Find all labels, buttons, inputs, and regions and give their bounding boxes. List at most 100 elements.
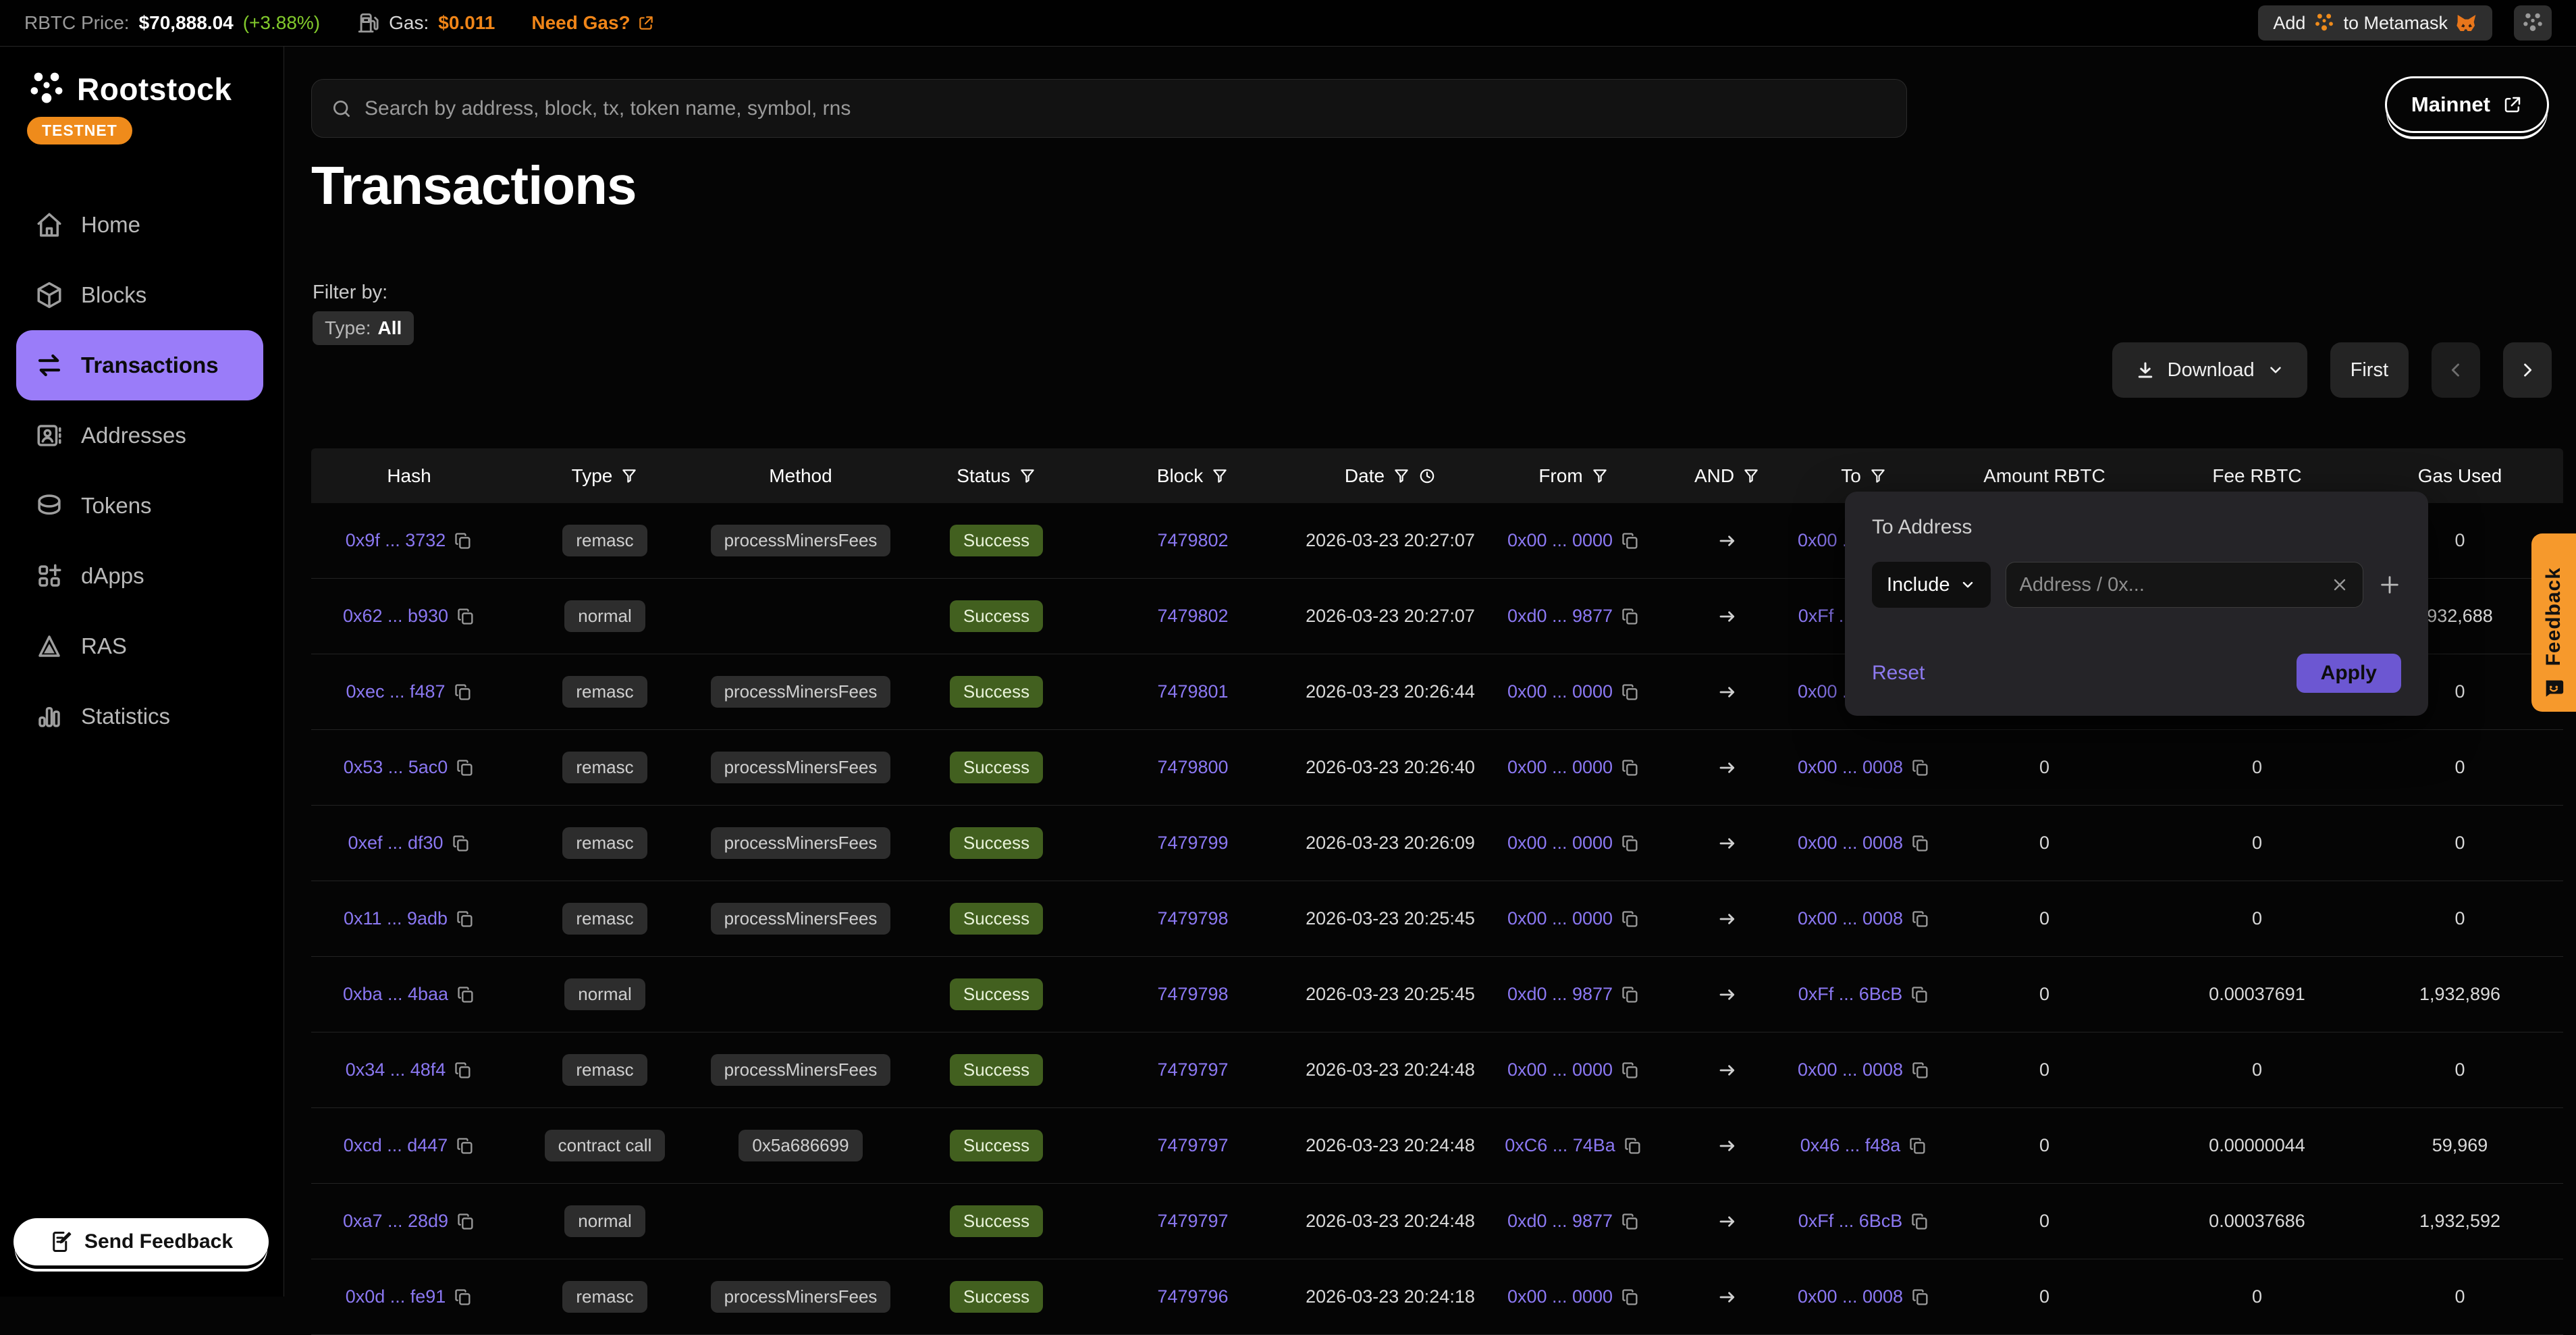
copy-icon[interactable]	[1911, 1061, 1930, 1080]
filter-funnel-icon[interactable]	[620, 467, 638, 485]
to-address-link[interactable]: 0x00 ... 0008	[1798, 908, 1903, 929]
copy-icon[interactable]	[456, 607, 475, 626]
filter-funnel-icon[interactable]	[1591, 467, 1609, 485]
copy-icon[interactable]	[1621, 607, 1640, 626]
column-header-block[interactable]: Block	[1094, 465, 1291, 487]
copy-icon[interactable]	[1621, 1061, 1640, 1080]
to-address-link[interactable]: 0x46 ... f48a	[1800, 1135, 1901, 1156]
sidebar-item-addresses[interactable]: Addresses	[0, 400, 284, 471]
block-link[interactable]: 7479798	[1157, 984, 1228, 1005]
sidebar-item-dapps[interactable]: dApps	[0, 541, 284, 611]
need-gas-link[interactable]: Need Gas?	[531, 12, 654, 34]
feedback-tab[interactable]: Feedback	[2531, 533, 2576, 712]
send-feedback-button[interactable]: Send Feedback	[14, 1218, 269, 1265]
block-link[interactable]: 7479802	[1157, 530, 1228, 551]
hash-link[interactable]: 0x62 ... b930	[343, 606, 448, 627]
rsk-token-button[interactable]	[2514, 5, 2552, 41]
copy-icon[interactable]	[452, 834, 471, 853]
add-to-metamask-button[interactable]: Add to Metamask	[2258, 5, 2492, 41]
column-header-status[interactable]: Status	[898, 465, 1094, 487]
from-address-link[interactable]: 0x00 ... 0000	[1507, 1286, 1613, 1307]
sidebar-item-statistics[interactable]: Statistics	[0, 681, 284, 752]
from-address-link[interactable]: 0x00 ... 0000	[1507, 1059, 1613, 1080]
from-address-link[interactable]: 0x00 ... 0000	[1507, 908, 1613, 929]
reset-filter-button[interactable]: Reset	[1872, 662, 1925, 685]
hash-link[interactable]: 0xcd ... d447	[344, 1135, 448, 1156]
mainnet-switch-button[interactable]: Mainnet	[2385, 76, 2549, 133]
sidebar-item-tokens[interactable]: Tokens	[0, 471, 284, 541]
hash-link[interactable]: 0xba ... 4baa	[343, 984, 448, 1005]
from-address-link[interactable]: 0xd0 ... 9877	[1507, 984, 1613, 1005]
copy-icon[interactable]	[1621, 985, 1640, 1004]
copy-icon[interactable]	[1911, 834, 1930, 853]
copy-icon[interactable]	[1621, 531, 1640, 550]
hash-link[interactable]: 0x0d ... fe91	[346, 1286, 446, 1307]
hash-link[interactable]: 0x34 ... 48f4	[346, 1059, 446, 1080]
filter-funnel-icon[interactable]	[1019, 467, 1036, 485]
copy-icon[interactable]	[454, 683, 473, 702]
filter-funnel-icon[interactable]	[1869, 467, 1887, 485]
from-address-link[interactable]: 0x00 ... 0000	[1507, 681, 1613, 702]
block-link[interactable]: 7479799	[1157, 833, 1228, 854]
column-header-to[interactable]: To	[1796, 465, 1931, 487]
brand-logo[interactable]: Rootstock	[0, 47, 284, 109]
hash-link[interactable]: 0xa7 ... 28d9	[343, 1211, 448, 1232]
include-exclude-select[interactable]: Include	[1872, 562, 1991, 608]
copy-icon[interactable]	[1910, 1212, 1929, 1231]
copy-icon[interactable]	[456, 758, 475, 777]
block-link[interactable]: 7479801	[1157, 681, 1228, 702]
filter-funnel-icon[interactable]	[1393, 467, 1410, 485]
from-address-link[interactable]: 0xd0 ... 9877	[1507, 606, 1613, 627]
from-address-link[interactable]: 0xd0 ... 9877	[1507, 1211, 1613, 1232]
to-address-link[interactable]: 0x00 ... 0008	[1798, 757, 1903, 778]
from-address-link[interactable]: 0x00 ... 0000	[1507, 757, 1613, 778]
from-address-link[interactable]: 0x00 ... 0000	[1507, 530, 1613, 551]
copy-icon[interactable]	[456, 1136, 475, 1155]
hash-link[interactable]: 0x11 ... 9adb	[344, 908, 448, 929]
copy-icon[interactable]	[1621, 1288, 1640, 1307]
block-link[interactable]: 7479802	[1157, 606, 1228, 627]
copy-icon[interactable]	[1621, 683, 1640, 702]
clear-address-button[interactable]	[2330, 575, 2349, 594]
block-link[interactable]: 7479797	[1157, 1211, 1228, 1232]
block-link[interactable]: 7479796	[1157, 1286, 1228, 1307]
copy-icon[interactable]	[1621, 910, 1640, 928]
to-address-link[interactable]: 0xFf ... 6BcB	[1798, 1211, 1903, 1232]
block-link[interactable]: 7479798	[1157, 908, 1228, 929]
hash-link[interactable]: 0x9f ... 3732	[346, 530, 446, 551]
add-address-row-button[interactable]	[2378, 573, 2401, 596]
type-filter-chip[interactable]: Type: All	[313, 311, 414, 345]
download-button[interactable]: Download	[2112, 342, 2307, 398]
column-header-type[interactable]: Type	[507, 465, 703, 487]
copy-icon[interactable]	[1621, 1212, 1640, 1231]
column-header-and[interactable]: AND	[1658, 465, 1796, 487]
column-header-date[interactable]: Date	[1291, 465, 1489, 487]
sidebar-item-blocks[interactable]: Blocks	[0, 260, 284, 330]
copy-icon[interactable]	[1910, 985, 1929, 1004]
block-link[interactable]: 7479797	[1157, 1059, 1228, 1080]
hash-link[interactable]: 0x53 ... 5ac0	[344, 757, 448, 778]
copy-icon[interactable]	[454, 1288, 473, 1307]
next-page-button[interactable]	[2503, 342, 2552, 398]
copy-icon[interactable]	[1621, 834, 1640, 853]
from-address-link[interactable]: 0x00 ... 0000	[1507, 833, 1613, 854]
to-address-link[interactable]: 0x00 ... 0008	[1798, 833, 1903, 854]
first-page-button[interactable]: First	[2330, 342, 2409, 398]
filter-funnel-icon[interactable]	[1742, 467, 1760, 485]
column-header-from[interactable]: From	[1489, 465, 1658, 487]
address-filter-input[interactable]	[2020, 574, 2322, 596]
clock-icon[interactable]	[1418, 467, 1436, 485]
search-input[interactable]	[365, 97, 1887, 120]
copy-icon[interactable]	[456, 1212, 475, 1231]
copy-icon[interactable]	[1621, 758, 1640, 777]
filter-funnel-icon[interactable]	[1211, 467, 1229, 485]
sidebar-item-ras[interactable]: RAS	[0, 611, 284, 681]
copy-icon[interactable]	[1911, 758, 1930, 777]
to-address-link[interactable]: 0x00 ... 0008	[1798, 1059, 1903, 1080]
previous-page-button[interactable]	[2432, 342, 2480, 398]
copy-icon[interactable]	[1911, 910, 1930, 928]
apply-filter-button[interactable]: Apply	[2297, 654, 2401, 693]
hash-link[interactable]: 0xec ... f487	[346, 681, 445, 702]
copy-icon[interactable]	[456, 910, 475, 928]
sidebar-item-transactions[interactable]: Transactions	[16, 330, 263, 400]
